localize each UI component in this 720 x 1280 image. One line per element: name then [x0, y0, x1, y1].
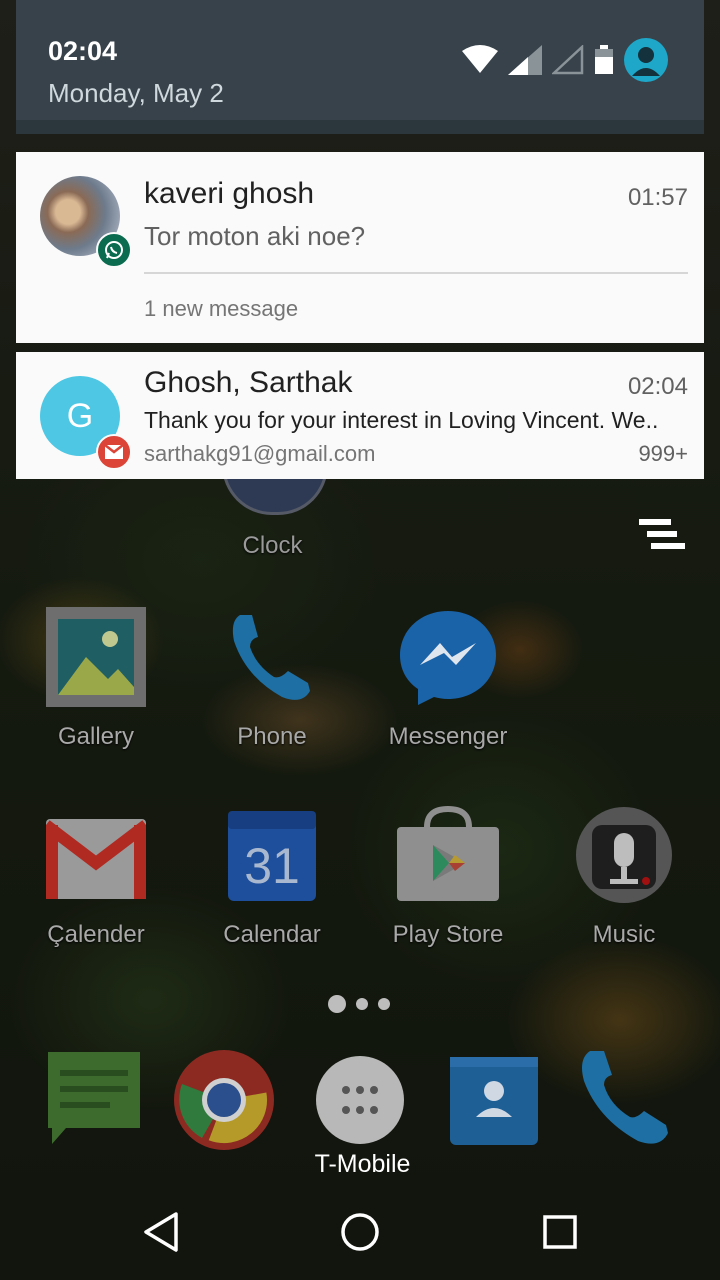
phone-app[interactable]: Phone — [197, 607, 347, 751]
gmail-style-icon — [42, 805, 150, 905]
music-app[interactable]: Music — [549, 805, 699, 949]
gmail-badge-icon — [96, 434, 132, 470]
battery-icon — [595, 45, 613, 74]
notification-subject: Thank you for your interest in Loving Vi… — [144, 407, 659, 433]
signal-icon — [508, 45, 542, 75]
quick-settings-header[interactable]: 02:04 Monday, May 2 — [16, 0, 704, 120]
gallery-icon — [46, 607, 146, 707]
notification-sender: Ghosh, Sarthak — [144, 366, 353, 399]
notification-divider — [144, 272, 688, 274]
status-date[interactable]: Monday, May 2 — [48, 78, 224, 109]
clock-app-label: Clock — [242, 532, 303, 559]
calender-app[interactable]: Çalender — [21, 805, 171, 949]
calendar-icon: 31 — [222, 805, 322, 905]
phone-label: Phone — [237, 723, 307, 750]
calendar-app[interactable]: 31 Calendar — [197, 805, 347, 949]
notification-count: 999+ — [638, 441, 688, 466]
microphone-icon — [574, 805, 674, 905]
signal-empty-icon — [552, 45, 584, 75]
chrome-dock-icon[interactable] — [172, 1048, 276, 1152]
shade-edge — [16, 120, 704, 134]
calender-label: Çalender — [47, 921, 145, 948]
home-button[interactable] — [338, 1210, 382, 1254]
status-icons — [462, 38, 668, 82]
back-button[interactable] — [140, 1210, 184, 1254]
play-store-app[interactable]: Play Store — [373, 805, 523, 949]
gallery-app[interactable]: Gallery — [21, 607, 171, 751]
calendar-label: Calendar — [223, 921, 321, 948]
music-label: Music — [592, 921, 656, 948]
contacts-dock-icon[interactable] — [448, 1055, 540, 1147]
notification-time: 01:57 — [627, 184, 688, 211]
page-indicator — [328, 995, 390, 1013]
status-time: 02:04 — [48, 36, 118, 66]
notification-time: 02:04 — [627, 373, 688, 400]
whatsapp-badge-icon — [96, 232, 132, 268]
messenger-icon — [398, 607, 498, 707]
phone-icon — [222, 607, 322, 707]
play-store-icon — [397, 805, 499, 905]
gallery-label: Gallery — [57, 723, 135, 750]
notification-summary: 1 new message — [144, 296, 299, 321]
recents-button[interactable] — [538, 1210, 582, 1254]
wifi-icon — [462, 45, 498, 73]
notification-message: Tor moton aki noe? — [144, 221, 366, 251]
navigation-bar — [0, 1180, 720, 1280]
messaging-dock-icon[interactable] — [44, 1048, 144, 1148]
messenger-label: Messenger — [388, 723, 508, 750]
calendar-day-text: 31 — [244, 838, 300, 894]
app-drawer-button[interactable] — [315, 1055, 405, 1145]
notification-account: sarthakg91@gmail.com — [144, 441, 376, 466]
play-store-label: Play Store — [392, 921, 504, 948]
phone-dock-icon[interactable] — [576, 1045, 676, 1150]
gmail-notification[interactable]: G Ghosh, Sarthak 02:04 Thank you for you… — [16, 352, 704, 479]
user-avatar-icon[interactable] — [624, 38, 668, 82]
messenger-app[interactable]: Messenger — [373, 607, 523, 751]
widget-list-icon[interactable] — [637, 517, 687, 557]
carrier-label: T-Mobile — [314, 1150, 411, 1178]
notification-sender: kaveri ghosh — [144, 177, 315, 210]
whatsapp-notification[interactable]: kaveri ghosh 01:57 Tor moton aki noe? 1 … — [16, 152, 704, 343]
